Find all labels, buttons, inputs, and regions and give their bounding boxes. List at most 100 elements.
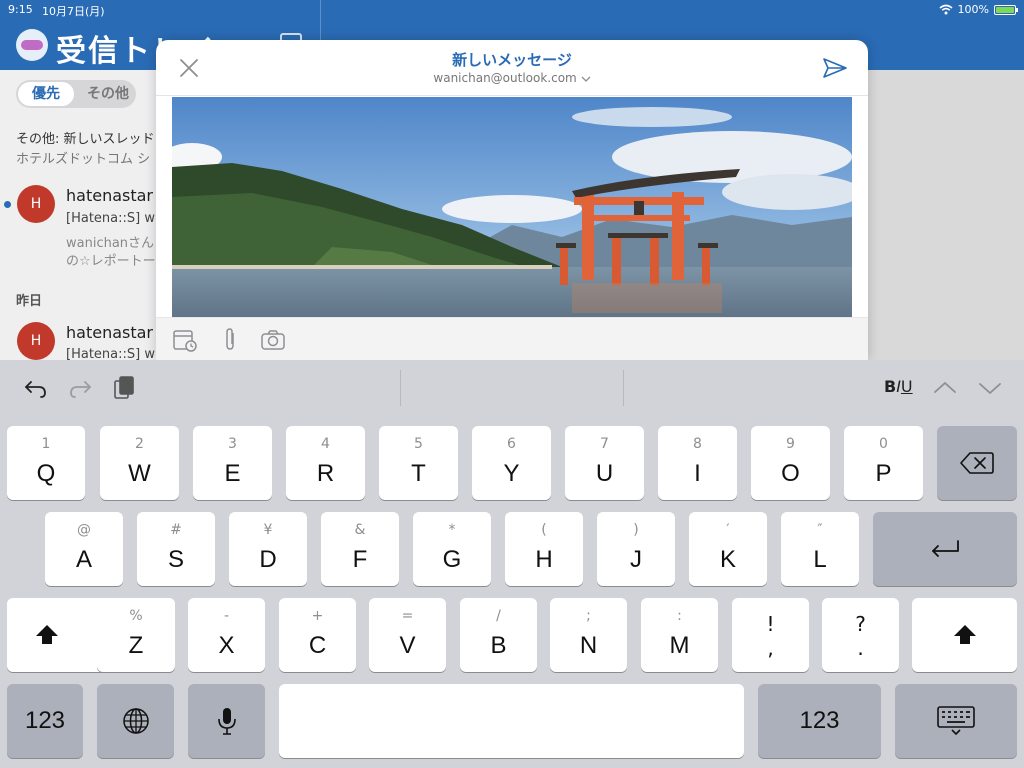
key-o[interactable]: 9O	[751, 426, 830, 500]
key-r[interactable]: 4R	[286, 426, 365, 500]
key-m[interactable]: :M	[641, 598, 718, 672]
key-p[interactable]: 0P	[844, 426, 923, 500]
key-g[interactable]: * G	[413, 512, 491, 586]
redo-icon[interactable]	[66, 374, 94, 402]
key-alt-label: !	[766, 612, 775, 636]
account-avatar[interactable]	[16, 29, 48, 61]
key-label: H	[535, 546, 553, 573]
delete-key[interactable]	[937, 426, 1017, 500]
numbers-key-right[interactable]: 123	[758, 684, 881, 758]
mail-preview: の☆レポートー	[66, 254, 156, 269]
key-t[interactable]: 5T	[379, 426, 458, 500]
paste-icon[interactable]	[110, 374, 138, 402]
key-alt-label: ″	[817, 522, 823, 538]
numbers-key-left[interactable]: 123	[7, 684, 83, 758]
return-icon	[932, 540, 959, 557]
key-question-period[interactable]: ?.	[822, 598, 899, 672]
keyboard-shortcut-bar: BIU	[0, 360, 1024, 416]
key-x[interactable]: -X	[188, 598, 265, 672]
key-label: C	[308, 632, 327, 659]
other-notice[interactable]: その他: 新しいスレッド	[16, 128, 155, 147]
chevron-up-icon[interactable]	[931, 374, 959, 402]
key-c[interactable]: + C	[279, 598, 356, 672]
return-key[interactable]	[873, 512, 1017, 586]
toolbar-divider	[623, 370, 624, 406]
key-s[interactable]: # S	[137, 512, 215, 586]
tab-other[interactable]: その他	[82, 80, 134, 108]
key-alt-label: #	[170, 522, 182, 538]
calendar-icon[interactable]	[172, 327, 198, 353]
key-alt-label: 9	[786, 436, 795, 452]
focused-other-toggle[interactable]: 優先 その他	[16, 80, 136, 108]
wifi-icon	[939, 4, 953, 15]
globe-icon	[122, 708, 149, 734]
tab-focused[interactable]: 優先	[18, 82, 74, 106]
sender-avatar: H	[17, 185, 55, 223]
from-account-selector[interactable]: wanichan@outlook.com	[156, 71, 868, 85]
key-q[interactable]: 1Q	[7, 426, 85, 500]
key-y[interactable]: 6Y	[472, 426, 551, 500]
key-label: J	[630, 546, 642, 573]
microphone-icon	[217, 708, 236, 735]
key-alt-label: 2	[135, 436, 144, 452]
compose-header: 新しいメッセージ wanichan@outlook.com	[156, 40, 868, 96]
from-address: wanichan@outlook.com	[433, 71, 577, 85]
key-l[interactable]: ″ L	[781, 512, 859, 586]
key-j[interactable]: ) J	[597, 512, 675, 586]
key-alt-label: (	[541, 522, 547, 538]
mail-sender: hatenastar	[66, 186, 153, 205]
backspace-icon	[960, 452, 994, 474]
camera-icon[interactable]	[260, 327, 286, 353]
key-label: K	[719, 546, 736, 573]
key-b[interactable]: / B	[460, 598, 537, 672]
mail-sender: hatenastar	[66, 323, 153, 342]
shift-key-right[interactable]	[912, 598, 1017, 672]
key-v[interactable]: = V	[369, 598, 446, 672]
key-label: .	[857, 636, 864, 660]
format-button[interactable]: BIU	[884, 377, 913, 396]
key-u[interactable]: 7U	[565, 426, 644, 500]
compose-sheet: 新しいメッセージ wanichan@outlook.com	[156, 40, 868, 360]
key-e[interactable]: 3E	[193, 426, 272, 500]
globe-key[interactable]	[97, 684, 174, 758]
key-i[interactable]: 8I	[658, 426, 737, 500]
key-alt-label: -	[223, 608, 230, 624]
chevron-down-icon[interactable]	[976, 374, 1004, 402]
key-alt-label: 3	[228, 436, 237, 452]
key-label: B	[490, 632, 507, 659]
key-n[interactable]: ; N	[550, 598, 627, 672]
attached-photo[interactable]	[172, 97, 852, 317]
paperclip-icon[interactable]	[218, 327, 244, 353]
chevron-down-icon	[581, 76, 591, 82]
undo-icon[interactable]	[22, 374, 50, 402]
battery-icon	[994, 4, 1018, 15]
key-exclamation-comma[interactable]: !,	[732, 598, 809, 672]
key-z[interactable]: % Z	[97, 598, 175, 672]
other-notice-sub: ホテルズドットコム シ	[16, 152, 151, 167]
send-icon[interactable]	[822, 55, 848, 81]
section-header-yesterday: 昨日	[16, 294, 43, 309]
dismiss-keyboard-key[interactable]	[895, 684, 1017, 758]
key-alt-label: ?	[855, 612, 866, 636]
key-h[interactable]: (H	[505, 512, 583, 586]
numbers-key-label: 123	[799, 707, 840, 734]
key-alt-label: 0	[879, 436, 888, 452]
status-indicators: 100%	[939, 3, 1018, 16]
key-a[interactable]: @ A	[45, 512, 123, 586]
key-alt-label: *	[448, 522, 456, 538]
key-label: N	[579, 632, 598, 659]
key-f[interactable]: & F	[321, 512, 399, 586]
key-label: R	[316, 460, 335, 487]
key-d[interactable]: ¥ D	[229, 512, 307, 586]
numbers-key-label: 123	[24, 707, 66, 734]
key-label: M	[669, 632, 690, 659]
key-w[interactable]: 2W	[100, 426, 179, 500]
space-key[interactable]	[279, 684, 744, 758]
shift-icon	[36, 625, 58, 644]
status-date: 10月7日(月)	[42, 5, 105, 18]
key-k[interactable]: ′ K	[689, 512, 767, 586]
mail-subject: [Hatena::S] w	[66, 211, 155, 226]
key-label: D	[259, 546, 277, 573]
key-alt-label: +	[311, 608, 324, 624]
dictation-key[interactable]	[188, 684, 265, 758]
